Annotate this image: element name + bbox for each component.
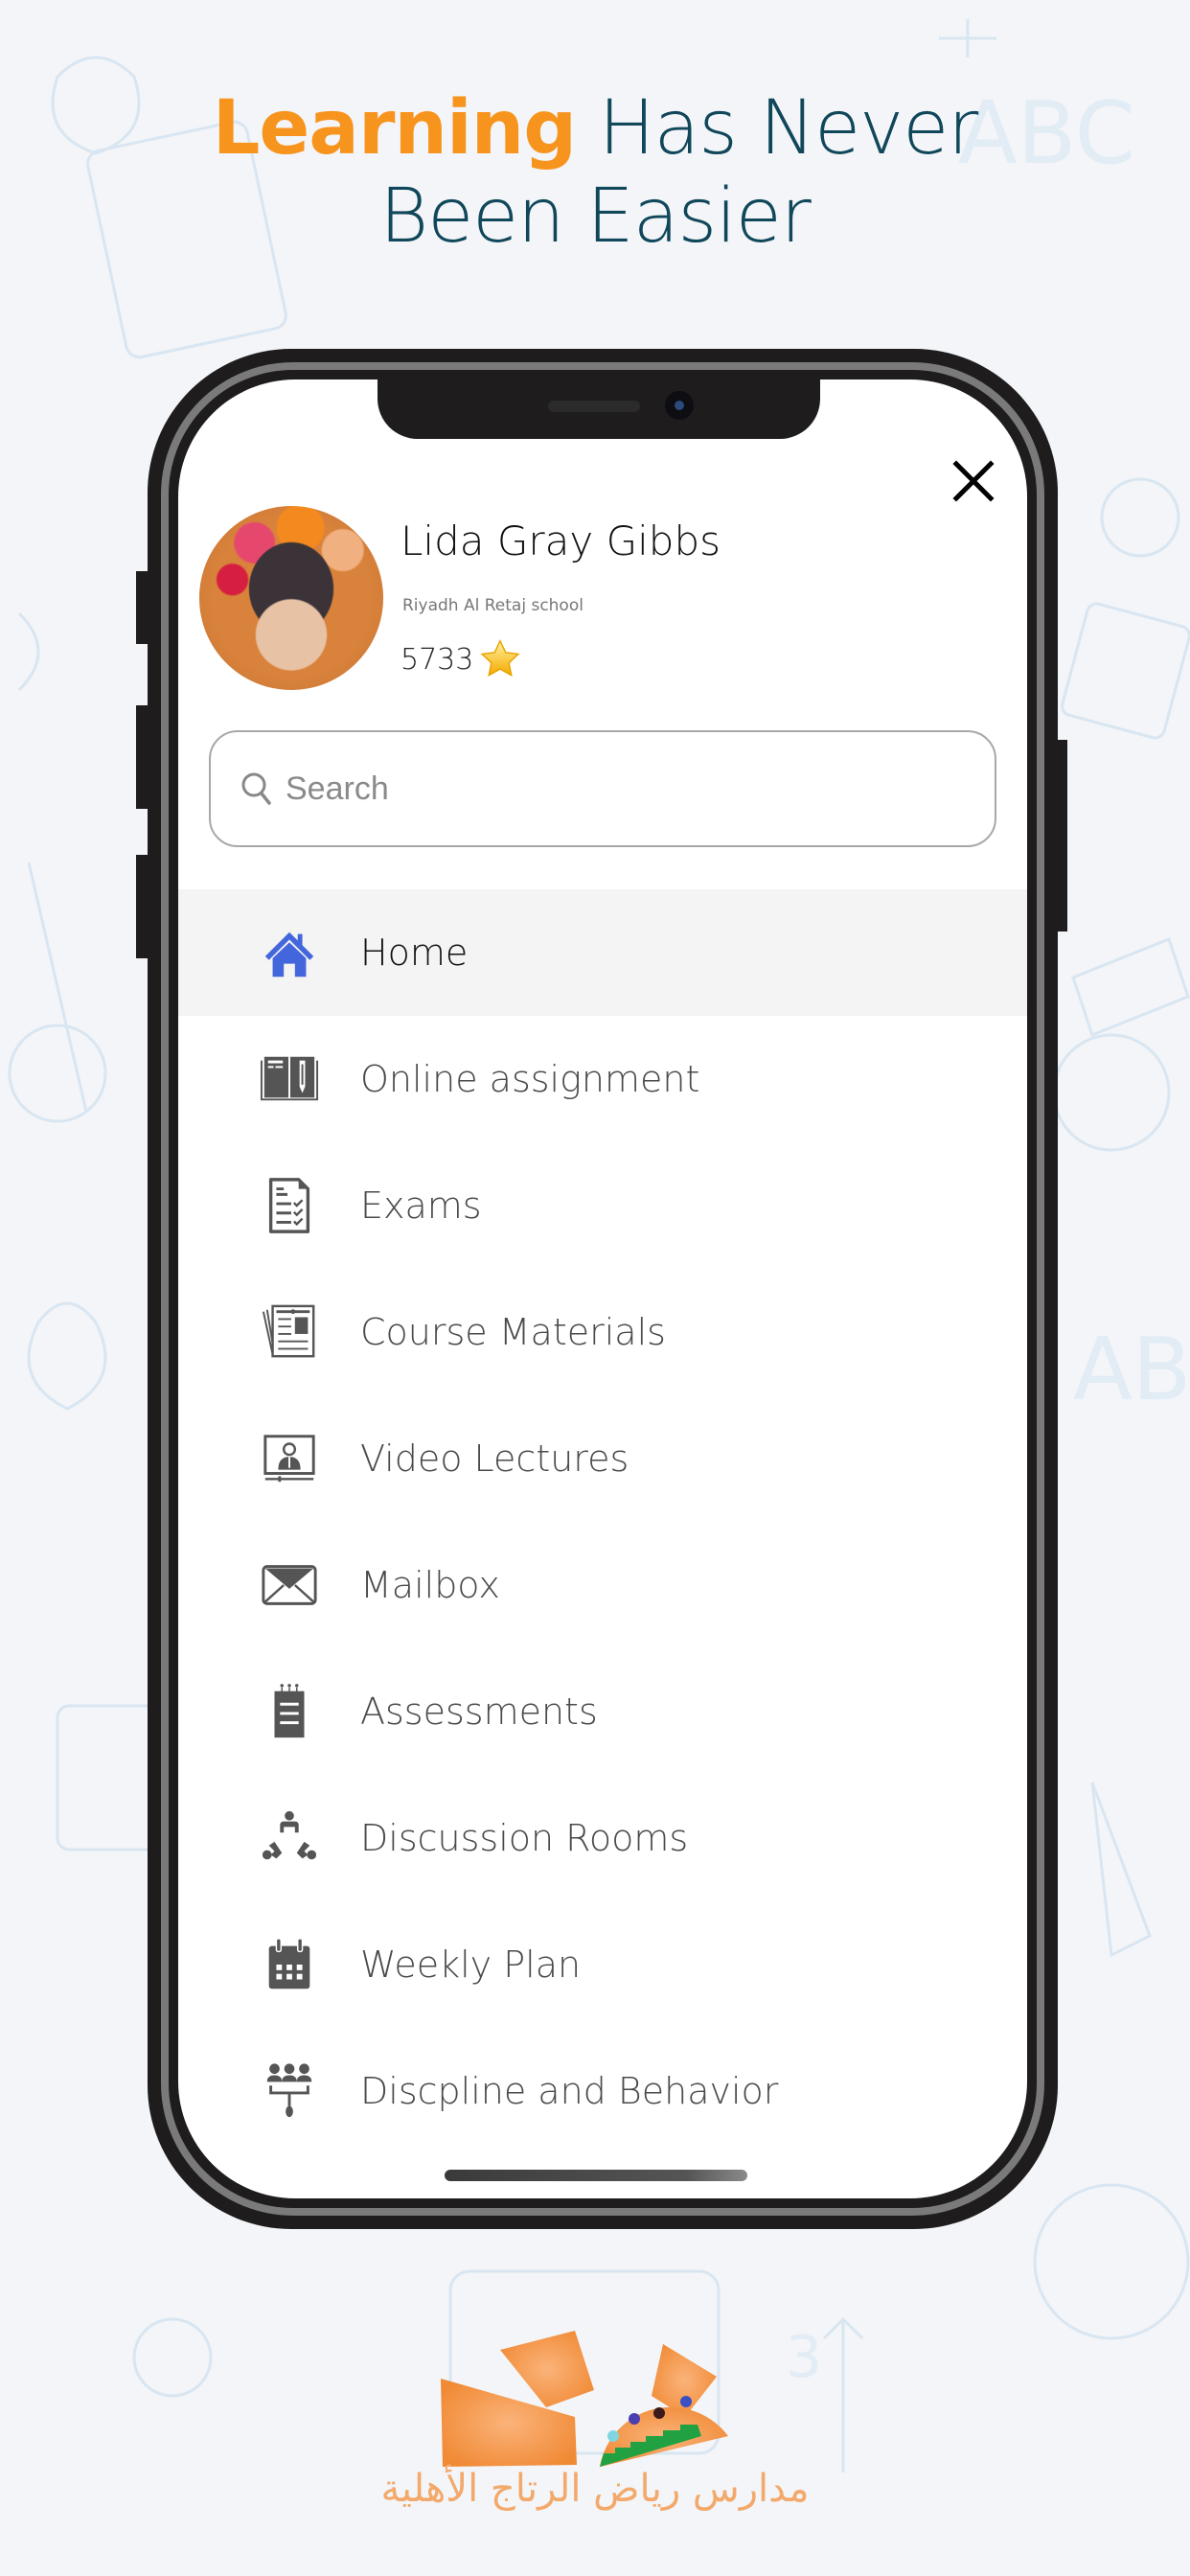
logo-child-4 (680, 2396, 692, 2407)
menu-item-label: Online assignment (360, 1058, 700, 1100)
close-drawer-button[interactable] (949, 456, 998, 506)
menu-item-online-assignment[interactable]: Online assignment (178, 1016, 1027, 1142)
home-indicator[interactable] (445, 2170, 747, 2181)
menu-item-discussion-rooms[interactable]: Discussion Rooms (178, 1775, 1027, 1901)
discussion-group-icon (262, 1810, 317, 1860)
avatar[interactable] (199, 506, 383, 690)
headline-line1: Has Never (576, 85, 978, 172)
menu-item-mailbox[interactable]: Mailbox (178, 1522, 1027, 1648)
search-icon (241, 772, 271, 805)
menu-item-weekly-plan[interactable]: Weekly Plan (178, 1901, 1027, 2028)
phone-volume-down-button (136, 855, 149, 958)
envelope-icon (262, 1565, 317, 1605)
newspaper-icon (262, 1304, 315, 1358)
video-presenter-icon (263, 1435, 315, 1483)
logo-child-1 (607, 2430, 619, 2442)
school-name: Riyadh Al Retaj school (402, 596, 584, 615)
school-logo-text: مدارس رياض الرتاج الأهلية (380, 2467, 810, 2511)
user-profile: Lida Gray Gibbs Riyadh Al Retaj school 5… (199, 506, 1006, 698)
menu-item-video-lectures[interactable]: Video Lectures (178, 1395, 1027, 1522)
phone-notch (378, 380, 820, 439)
menu-item-home[interactable]: Home (178, 889, 1027, 1016)
points-value: 5733 (400, 642, 474, 677)
user-name: Lida Gray Gibbs (400, 518, 721, 564)
checklist-document-icon (268, 1178, 310, 1233)
home-icon (264, 932, 314, 978)
menu-item-label: Discpline and Behavior (360, 2070, 779, 2112)
headline-accent: Learning (212, 85, 577, 172)
drawer-menu: Home Online assignment Exams Course Mate… (178, 889, 1027, 2154)
svg-text:3: 3 (786, 2324, 822, 2391)
menu-item-label: Weekly Plan (360, 1944, 582, 1986)
phone-speaker (548, 401, 640, 412)
menu-item-label: Mailbox (360, 1564, 500, 1606)
star-icon (480, 639, 520, 678)
logo-child-2 (629, 2413, 640, 2425)
menu-item-label: Assessments (360, 1690, 598, 1733)
hierarchy-people-icon (266, 2063, 312, 2118)
calendar-icon (268, 1938, 310, 1990)
headline-line2: Been Easier (379, 173, 812, 260)
menu-item-label: Home (360, 932, 469, 974)
menu-item-course-materials[interactable]: Course Materials (178, 1269, 1027, 1395)
menu-item-assessments[interactable]: Assessments (178, 1648, 1027, 1775)
menu-item-discipline-and-behavior[interactable]: Discpline and Behavior (178, 2028, 1027, 2154)
phone-frame: Lida Gray Gibbs Riyadh Al Retaj school 5… (136, 349, 1067, 2229)
book-pencil-icon (260, 1056, 319, 1101)
logo-child-3 (653, 2407, 665, 2419)
search-input[interactable] (286, 770, 890, 808)
phone-power-button (1056, 740, 1067, 932)
logo-ray-top-left (500, 2331, 594, 2407)
phone-silent-switch (136, 571, 149, 644)
phone-camera (665, 391, 694, 420)
menu-item-label: Exams (360, 1184, 482, 1227)
close-icon (952, 460, 995, 502)
points-badge: 5733 (400, 638, 521, 680)
navigation-drawer: Lida Gray Gibbs Riyadh Al Retaj school 5… (178, 380, 1027, 2198)
search-field[interactable] (209, 730, 996, 847)
svg-text:AB: AB (1073, 1320, 1190, 1420)
menu-item-label: Video Lectures (360, 1438, 629, 1480)
menu-item-label: Course Materials (360, 1311, 666, 1353)
phone-volume-up-button (136, 705, 149, 809)
promo-headline: Learning Has Never Been Easier (0, 84, 1190, 261)
menu-item-label: Discussion Rooms (360, 1817, 689, 1859)
menu-item-exams[interactable]: Exams (178, 1142, 1027, 1269)
notepad-icon (274, 1684, 305, 1738)
